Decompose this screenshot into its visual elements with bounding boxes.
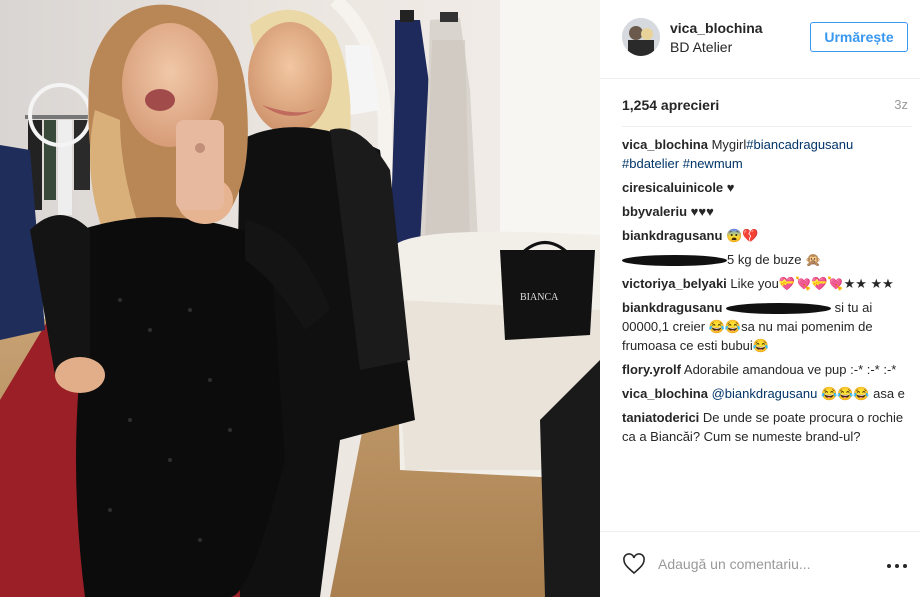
comment-text: ♥♥♥ — [687, 204, 714, 219]
post-username[interactable]: vica_blochina — [670, 20, 763, 36]
post-photo[interactable]: BIANCA — [0, 0, 600, 597]
mention-link[interactable]: @biankdragusanu — [712, 386, 818, 401]
comment-username[interactable]: ciresicaluinicole — [622, 180, 723, 195]
redacted-username — [622, 255, 727, 267]
comment-username[interactable]: victoriya_belyaki — [622, 276, 727, 291]
hashtag[interactable]: #bdatelier — [622, 156, 679, 171]
comment: ciresicaluinicole ♥ — [622, 178, 912, 197]
post-side-panel: vica_blochina BD Atelier Urmărește 1,254… — [600, 0, 920, 597]
avatar[interactable] — [622, 18, 660, 56]
caption: vica_blochina Mygirl#biancadragusanu #bd… — [622, 135, 912, 173]
post-header: vica_blochina BD Atelier Urmărește — [600, 0, 920, 79]
comment-text: 5 kg de buze 🙊 — [727, 252, 822, 267]
comment-username[interactable]: biankdragusanu — [622, 228, 722, 243]
comment: vica_blochina @biankdragusanu 😂😂😂 asa e — [622, 384, 912, 403]
more-options-icon[interactable] — [886, 563, 908, 569]
selfie-image: BIANCA — [0, 0, 600, 597]
post-time[interactable]: 3z — [894, 97, 908, 112]
comment-username[interactable]: flory.yrolf — [622, 362, 681, 377]
comment-text: Like you💝💘💝💘★★ ★★ — [726, 276, 894, 291]
add-comment-input[interactable] — [658, 554, 878, 574]
comment-footer — [600, 531, 920, 598]
hashtag[interactable]: #newmum — [683, 156, 743, 171]
comment-username[interactable]: bbyvaleriu — [622, 204, 687, 219]
heart-icon[interactable] — [622, 552, 646, 576]
comment: victoriya_belyaki Like you💝💘💝💘★★ ★★ — [622, 274, 912, 293]
comment-username[interactable]: taniatoderici — [622, 410, 699, 425]
comment: taniatoderici De unde se poate procura o… — [622, 408, 912, 446]
redacted-mention — [726, 303, 832, 315]
comment-username[interactable]: biankdragusanu — [622, 300, 722, 315]
caption-text: Mygirl — [707, 137, 747, 152]
svg-text:BIANCA: BIANCA — [520, 292, 559, 303]
comment: biankdragusanu 😨💔 — [622, 226, 912, 245]
follow-button[interactable]: Urmărește — [810, 22, 908, 52]
comment-text: Adorabile amandoua ve pup :-* :-* :-* — [681, 362, 897, 377]
post-location[interactable]: BD Atelier — [670, 39, 732, 55]
comment: 5 kg de buze 🙊 — [622, 250, 912, 269]
comment-text: 😂😂😂 asa e — [817, 386, 905, 401]
avatar-image — [622, 18, 660, 56]
comment-text: 😨💔 — [722, 228, 759, 243]
comment-text: ♥ — [723, 180, 735, 195]
comment-username[interactable]: vica_blochina — [622, 386, 708, 401]
likes-count[interactable]: 1,254 aprecieri — [622, 97, 719, 113]
comment: bbyvaleriu ♥♥♥ — [622, 202, 912, 221]
hashtag[interactable]: #biancadragusanu — [746, 137, 853, 152]
comments-list: vica_blochina Mygirl#biancadragusanu #bd… — [622, 126, 912, 526]
instagram-post-modal: BIANCA vica_blochina BD Atelier Urmăreșt… — [0, 0, 920, 597]
comment: flory.yrolf Adorabile amandoua ve pup :-… — [622, 360, 912, 379]
comment-username[interactable]: vica_blochina — [622, 137, 708, 152]
comment: biankdragusanu si tu ai 00000,1 creier 😂… — [622, 298, 912, 355]
